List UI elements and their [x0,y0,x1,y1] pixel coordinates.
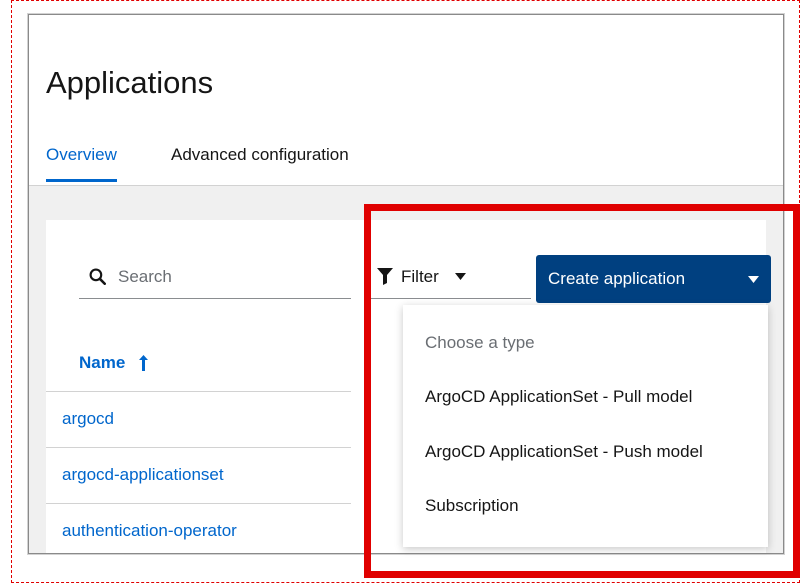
tab-advanced-configuration[interactable]: Advanced configuration [171,145,349,179]
filter-toggle[interactable]: Filter [371,255,531,299]
filter-label: Filter [401,266,439,286]
search-box[interactable] [79,255,351,299]
caret-down-icon [748,275,759,283]
app-link-authentication-operator[interactable]: authentication-operator [62,521,237,541]
tab-overview[interactable]: Overview [46,145,117,182]
menu-group-header: Choose a type [425,333,535,352]
table-row: argocd-applicationset [46,447,351,502]
page-title: Applications [46,65,214,100]
table-row: argocd [46,391,351,446]
app-link-argocd-applicationset[interactable]: argocd-applicationset [62,465,224,485]
menu-item-subscription[interactable]: Subscription [425,496,519,516]
name-column-header[interactable]: Name [79,353,149,373]
create-application-menu: Choose a type ArgoCD ApplicationSet - Pu… [403,305,768,547]
sort-ascending-icon [139,355,149,371]
app-link-argocd[interactable]: argocd [62,409,114,429]
caret-down-icon [454,273,466,280]
menu-item-pull-model[interactable]: ArgoCD ApplicationSet - Pull model [425,387,692,407]
name-column-label: Name [79,353,126,372]
search-input[interactable] [116,265,330,288]
filter-icon [377,268,393,285]
create-application-label: Create application [548,269,686,288]
create-application-button[interactable]: Create application [536,255,771,303]
search-icon [89,268,106,285]
menu-item-push-model[interactable]: ArgoCD ApplicationSet - Push model [425,442,703,462]
table-row: authentication-operator [46,503,351,553]
